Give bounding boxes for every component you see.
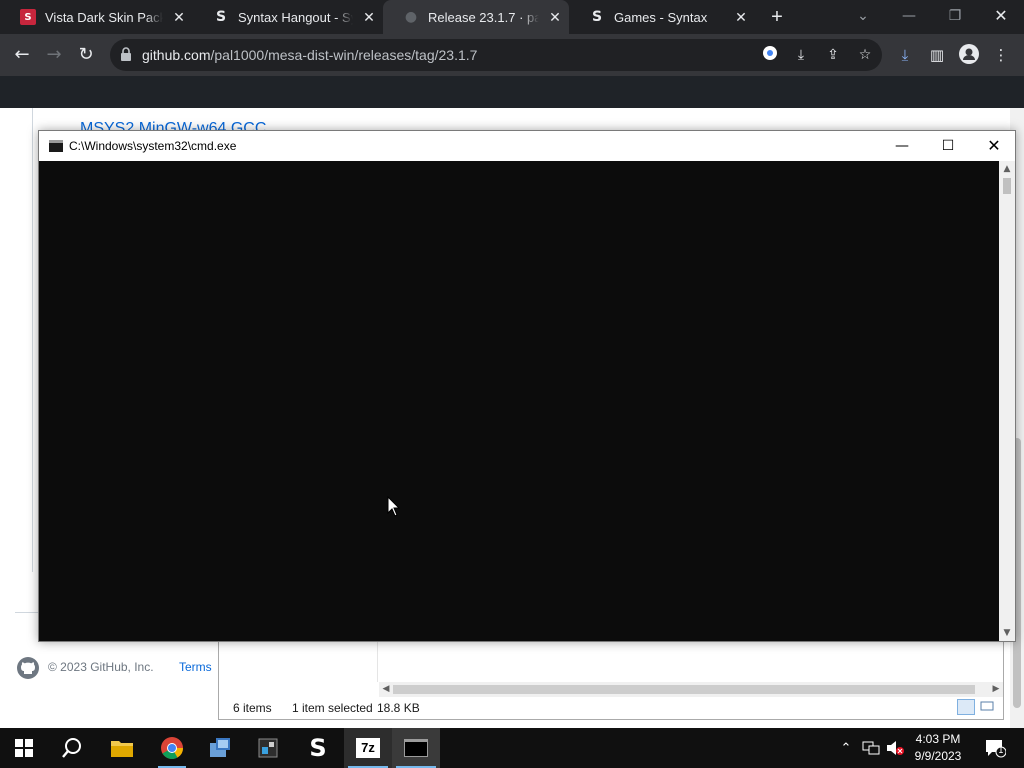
selection-status: 1 item selected: [292, 701, 373, 715]
search-icon: [62, 738, 81, 758]
windows-taskbar: S 7z ⌃ 4:03 PM 9/9/2023 1: [0, 728, 1024, 768]
address-bar[interactable]: github.com/pal1000/mesa-dist-win/release…: [110, 39, 882, 71]
taskbar-file-explorer[interactable]: [98, 728, 146, 768]
cmd-icon: [404, 739, 428, 757]
share-icon[interactable]: ⇪: [823, 45, 843, 65]
volume-muted-icon[interactable]: [884, 728, 906, 768]
side-panel-icon[interactable]: ▥: [926, 44, 948, 66]
cmd-scroll-thumb[interactable]: [1003, 178, 1011, 194]
cmd-maximize-button[interactable]: ☐: [925, 131, 971, 161]
tab-syntax-hangout[interactable]: S Syntax Hangout - Synta ✕: [193, 0, 383, 34]
taskbar-syntax[interactable]: S: [294, 728, 342, 768]
cmd-window-title: C:\Windows\system32\cmd.exe: [69, 139, 237, 153]
scroll-up-arrow-icon[interactable]: ▲: [999, 161, 1015, 177]
show-hidden-icons-chevron-icon[interactable]: ⌃: [836, 728, 856, 768]
taskbar-chrome[interactable]: [148, 728, 196, 768]
close-tab-icon[interactable]: ✕: [361, 9, 377, 26]
start-button[interactable]: [0, 728, 48, 768]
syntax-s-icon: S: [591, 9, 603, 25]
close-tab-icon[interactable]: ✕: [171, 9, 187, 26]
cmd-minimize-button[interactable]: —: [879, 131, 925, 161]
syntax-s-icon: S: [309, 734, 327, 762]
cmd-console-area[interactable]: [39, 161, 999, 641]
items-count: 6 items: [233, 701, 272, 715]
close-tab-icon[interactable]: ✕: [547, 9, 563, 26]
clock-date: 9/9/2023: [914, 749, 962, 763]
explorer-scroll-thumb[interactable]: [393, 685, 975, 694]
cmd-window[interactable]: C:\Windows\system32\cmd.exe — ☐ ✕ ▲ ▼: [38, 130, 1016, 642]
action-center-icon[interactable]: 1: [980, 728, 1010, 768]
url-path: /pal1000/mesa-dist-win/releases/tag/23.1…: [210, 47, 478, 63]
search-button[interactable]: [48, 728, 96, 768]
tab-vista-dark-skin-pack[interactable]: S Vista Dark Skin Pack - S ✕: [0, 0, 193, 34]
tab-release-23-1-7[interactable]: ● Release 23.1.7 · pal1000 ✕: [383, 0, 569, 34]
app-window-icon: [258, 738, 278, 758]
minimize-button[interactable]: —: [886, 0, 932, 34]
footer-copyright: © 2023 GitHub, Inc.: [48, 660, 154, 674]
explorer-horizontal-scrollbar[interactable]: ◀ ▶: [379, 682, 1003, 697]
page-divider: [32, 108, 33, 572]
browser-toolbar: ← → ↻ github.com/pal1000/mesa-dist-win/r…: [0, 34, 1024, 76]
cmd-vertical-scrollbar[interactable]: ▲ ▼: [999, 161, 1015, 641]
tab-title: Syntax Hangout - Synta: [238, 9, 353, 25]
selection-size: 18.8 KB: [377, 701, 420, 715]
cmd-app-icon: [49, 140, 63, 152]
scroll-left-arrow-icon[interactable]: ◀: [379, 682, 393, 697]
github-header: [0, 76, 1024, 108]
downloads-icon[interactable]: ⤓: [894, 44, 916, 66]
profile-avatar-icon[interactable]: [958, 44, 980, 66]
google-lens-icon[interactable]: [760, 45, 780, 65]
github-logo-icon[interactable]: [16, 656, 40, 680]
reload-button[interactable]: ↻: [73, 42, 99, 68]
explorer-status-bar: 6 items 1 item selected 18.8 KB: [219, 697, 1003, 719]
url-host: github.com: [142, 47, 211, 63]
taskbar-7zip[interactable]: 7z: [344, 728, 392, 768]
tab-games-syntax[interactable]: S Games - Syntax ✕: [569, 0, 755, 34]
scroll-right-arrow-icon[interactable]: ▶: [989, 682, 1003, 697]
tab-title: Vista Dark Skin Pack - S: [45, 9, 163, 25]
windows-logo-icon: [15, 739, 33, 757]
restore-button[interactable]: ❐: [932, 0, 978, 34]
install-app-icon[interactable]: ⤓: [791, 45, 811, 65]
large-icons-view-icon[interactable]: [979, 699, 997, 715]
github-icon: ●: [404, 9, 418, 25]
scroll-down-arrow-icon[interactable]: ▼: [999, 625, 1015, 641]
notification-count: 1: [998, 746, 1004, 756]
bookmark-star-icon[interactable]: ☆: [855, 45, 875, 65]
syntax-s-icon: S: [215, 9, 227, 25]
tab-title: Release 23.1.7 · pal1000: [428, 9, 539, 25]
chrome-icon: [161, 737, 183, 759]
tab-title: Games - Syntax: [614, 9, 708, 25]
skinpack-icon: S: [20, 9, 36, 25]
details-view-icon[interactable]: [957, 699, 975, 715]
tab-search-chevron-icon[interactable]: ⌄: [840, 0, 886, 34]
taskbar-cmd[interactable]: [392, 728, 440, 768]
footer-terms-link[interactable]: Terms: [179, 660, 212, 674]
chrome-menu-icon[interactable]: ⋮: [990, 44, 1012, 66]
explorer-pane-divider: [377, 642, 378, 682]
close-window-button[interactable]: ✕: [978, 0, 1024, 34]
lock-icon: [121, 47, 131, 61]
clock-time: 4:03 PM: [915, 732, 961, 746]
mouse-pointer-icon: [387, 496, 401, 517]
cmd-close-button[interactable]: ✕: [971, 131, 1017, 161]
url-text: github.com/pal1000/mesa-dist-win/release…: [142, 47, 477, 63]
system-clock[interactable]: 4:03 PM 9/9/2023: [906, 731, 970, 765]
control-panel-icon: [210, 738, 230, 757]
cmd-title-bar[interactable]: C:\Windows\system32\cmd.exe — ☐ ✕: [39, 131, 1015, 161]
network-icon[interactable]: [860, 728, 882, 768]
forward-button[interactable]: →: [41, 42, 67, 68]
7zip-icon: 7z: [356, 738, 380, 758]
close-tab-icon[interactable]: ✕: [733, 9, 749, 26]
folder-icon: [111, 741, 133, 757]
back-button[interactable]: ←: [9, 42, 35, 68]
new-tab-button[interactable]: +: [766, 6, 788, 28]
taskbar-app-generic[interactable]: [244, 728, 292, 768]
taskbar-control-panel[interactable]: [196, 728, 244, 768]
browser-tab-strip: S Vista Dark Skin Pack - S ✕ S Syntax Ha…: [0, 0, 1024, 34]
